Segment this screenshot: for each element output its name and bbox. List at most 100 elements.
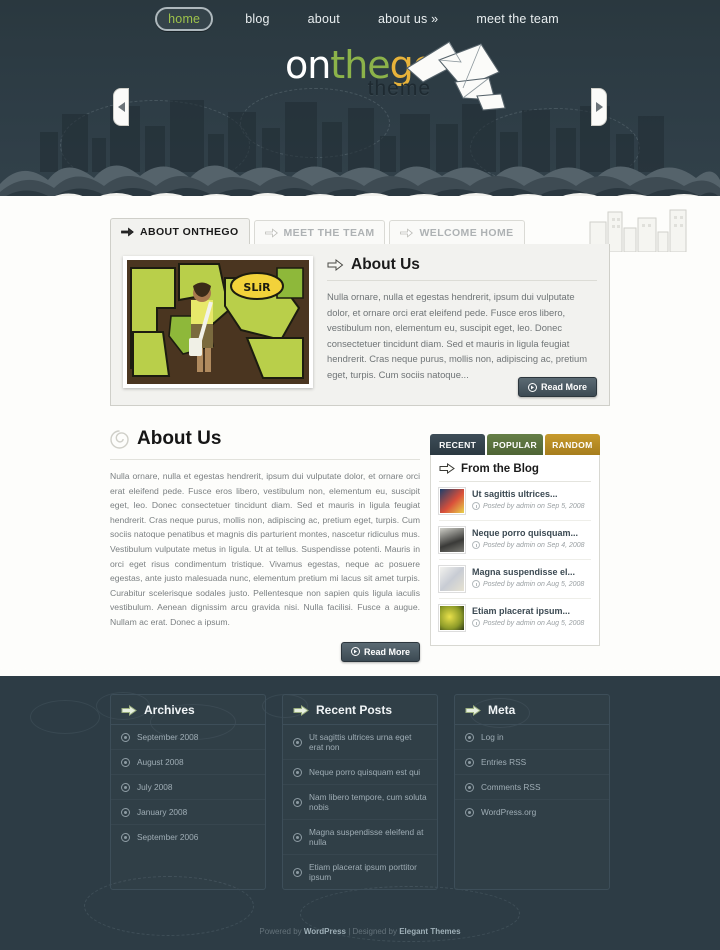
blog-post-item[interactable]: Ut sagittis ultrices... Posted by admin … [439,482,591,521]
featured-text-column: About Us Nulla ornare, nulla et egestas … [327,256,597,397]
svg-text:SLiR: SLiR [243,281,271,294]
footer-widget-heading: Meta [455,695,609,725]
footer-link-item[interactable]: September 2008 [111,725,265,750]
post-thumbnail [439,605,465,631]
featured-tab-welcome-home[interactable]: WELCOME HOME [389,220,525,244]
sidebar-widget-heading: From the Blog [439,462,591,482]
bullet-icon [465,782,474,792]
blog-post-item[interactable]: Magna suspendisse el... Posted by admin … [439,560,591,599]
footer-widget-heading: Recent Posts [283,695,437,725]
footer-link-item[interactable]: Entries RSS [455,750,609,775]
nav-item-home[interactable]: home [155,7,214,31]
featured-tab-label: MEET THE TEAM [283,226,375,239]
footer-widget-columns: Archives September 2008 August 2008 July… [110,694,610,890]
credit-separator: | Designed by [345,927,400,936]
credit-wordpress-link[interactable]: WordPress [304,927,346,936]
featured-tab-meet-the-team[interactable]: MEET THE TEAM [253,220,386,244]
bullet-icon [465,807,474,817]
footer-widget-heading: Archives [111,695,265,725]
bullet-icon [121,757,130,767]
arrow-right-icon [264,227,278,238]
footer-widget-title: Archives [144,703,195,717]
bullet-icon [293,867,302,877]
featured-panel: SLiR About Us Nulla ornare, nulla et ege… [110,244,610,406]
footer-link-item[interactable]: January 2008 [111,800,265,825]
footer-link-item[interactable]: Neque porro quisquam est qui [283,760,437,785]
arrow-right-icon [327,258,344,272]
bullet-icon [293,767,302,777]
triangle-right-icon [595,102,603,112]
footer-widget-recent-posts: Recent Posts Ut sagittis ultrices urna e… [282,694,438,890]
blog-post-item[interactable]: Etiam placerat ipsum... Posted by admin … [439,599,591,637]
clock-icon [472,502,480,510]
post-meta: Posted by admin on Aug 5, 2008 [472,580,584,588]
footer-widget-archives: Archives September 2008 August 2008 July… [110,694,266,890]
post-thumbnail [439,566,465,592]
arrow-right-icon [121,704,137,716]
arrow-circle-icon [350,647,360,657]
featured-tab-row: ABOUT ONTHEGO MEET THE TEAM WELCOME HOME [110,218,610,244]
main-content-row: About Us Nulla ornare, nulla et egestas … [110,428,610,662]
footer-link-item[interactable]: Nam libero tempore, cum soluta nobis [283,785,437,820]
footer-widget-title: Meta [488,703,516,717]
read-more-label: Read More [363,646,410,657]
nav-item-about[interactable]: about [302,8,346,30]
arrow-right-icon [400,227,414,238]
bullet-icon [121,807,130,817]
torn-paper-edge [0,664,720,686]
arrow-right-icon [121,226,134,237]
post-thumbnail [439,527,465,553]
footer-link-item[interactable]: Ut sagittis ultrices urna eget erat non [283,725,437,760]
bullet-icon [465,732,474,742]
footer-link-item[interactable]: August 2008 [111,750,265,775]
arrow-circle-icon [527,382,537,392]
arrow-right-icon [439,463,455,474]
bullet-icon [121,782,130,792]
featured-tab-label: WELCOME HOME [419,226,514,239]
footer-link-item[interactable]: July 2008 [111,775,265,800]
site-logo[interactable]: onthego theme [0,41,720,111]
logo-part-on: on [284,43,331,87]
triangle-left-icon [117,102,125,112]
credit-prefix: Powered by [259,927,304,936]
featured-read-more-button[interactable]: Read More [517,377,597,397]
bullet-icon [465,757,474,767]
clock-icon [472,541,480,549]
sidebar-tab-random[interactable]: RANDOM [544,434,600,455]
footer-link-item[interactable]: Log in [455,725,609,750]
bullet-icon [121,732,130,742]
arrow-right-icon [293,704,309,716]
article-title: About Us [137,428,222,449]
blog-post-item[interactable]: Neque porro quisquam... Posted by admin … [439,521,591,560]
sidebar-tab-row: RECENT POPULAR RANDOM [430,434,600,455]
footer-credit: Powered by WordPress | Designed by Elega… [0,927,720,936]
nav-item-about-us[interactable]: about us » [372,8,444,30]
post-meta: Posted by admin on Sep 5, 2008 [472,502,585,510]
article-heading-row: About Us [110,428,420,460]
footer-link-item[interactable]: WordPress.org [455,800,609,824]
featured-tab-about-onthego[interactable]: ABOUT ONTHEGO [110,218,250,244]
post-meta: Posted by admin on Sep 4, 2008 [472,541,585,549]
footer-link-item[interactable]: Etiam placerat ipsum porttitor ipsum [283,855,437,889]
sidebar-tab-popular[interactable]: POPULAR [487,434,543,455]
featured-image[interactable]: SLiR [123,256,313,388]
post-title: Neque porro quisquam... [472,528,579,538]
nav-item-meet-the-team[interactable]: meet the team [470,8,565,30]
footer-link-item[interactable]: Magna suspendisse eleifend at nulla [283,820,437,855]
featured-body-text: Nulla ornare, nulla et egestas hendrerit… [327,291,588,380]
main-navigation: home blog about about us » meet the team [0,0,720,38]
article-read-more-button[interactable]: Read More [340,641,420,662]
bullet-icon [293,832,302,842]
bullet-icon [121,832,130,842]
featured-heading: About Us [351,256,420,273]
post-thumbnail [439,488,465,514]
nav-item-blog[interactable]: blog [239,8,275,30]
post-title: Magna suspendisse el... [472,567,576,577]
credit-elegant-themes-link[interactable]: Elegant Themes [399,927,460,936]
bullet-icon [293,797,302,807]
footer-link-item[interactable]: Comments RSS [455,775,609,800]
footer-link-item[interactable]: September 2006 [111,825,265,849]
sidebar-tab-recent[interactable]: RECENT [430,434,486,455]
post-meta: Posted by admin on Aug 5, 2008 [472,619,584,627]
post-title: Etiam placerat ipsum... [472,606,571,616]
